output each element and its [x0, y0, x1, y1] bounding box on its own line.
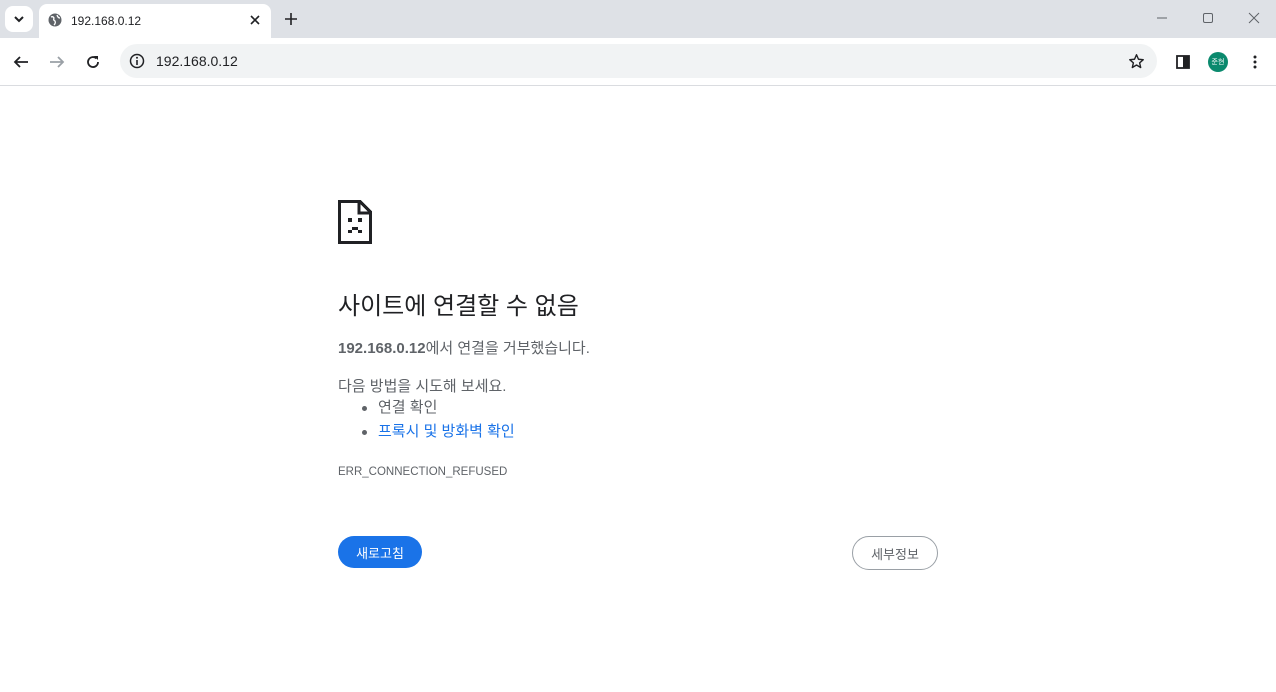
suggestion-check-connection: 연결 확인 — [338, 399, 515, 423]
back-button[interactable] — [7, 48, 35, 76]
new-tab-button[interactable] — [280, 8, 302, 30]
reload-button[interactable] — [79, 48, 107, 76]
error-code: ERR_CONNECTION_REFUSED — [338, 466, 508, 478]
profile-avatar[interactable]: 준현 — [1208, 52, 1228, 72]
side-panel-icon — [1176, 55, 1190, 69]
globe-icon — [48, 13, 62, 27]
reload-icon — [87, 56, 99, 68]
kebab-menu-icon — [1253, 55, 1257, 69]
tab-close-button[interactable] — [247, 12, 263, 28]
info-icon — [129, 53, 145, 69]
window-close-icon — [1248, 12, 1260, 24]
menu-button[interactable] — [1241, 48, 1269, 76]
suggestion-check-proxy-firewall-link[interactable]: 프록시 및 방화벽 확인 — [338, 423, 515, 447]
sad-page-icon — [338, 200, 372, 244]
error-page: 사이트에 연결할 수 없음 192.168.0.12에서 연결을 거부했습니다.… — [338, 86, 938, 686]
tab-strip: 192.168.0.12 — [0, 0, 1276, 38]
maximize-icon — [1203, 13, 1213, 23]
forward-arrow-icon — [50, 56, 65, 68]
address-bar[interactable]: 192.168.0.12 — [120, 44, 1157, 78]
bookmark-button[interactable] — [1127, 52, 1145, 70]
plus-icon — [285, 13, 297, 25]
side-panel-button[interactable] — [1169, 48, 1197, 76]
error-summary: 192.168.0.12에서 연결을 거부했습니다. — [338, 337, 590, 358]
details-button[interactable]: 세부정보 — [852, 536, 938, 570]
error-heading: 사이트에 연결할 수 없음 — [338, 293, 579, 320]
toolbar: 192.168.0.12 준현 — [0, 38, 1276, 86]
suggestions-intro: 다음 방법을 시도해 보세요. — [338, 378, 507, 395]
close-icon — [250, 15, 260, 25]
suggestions-list: 연결 확인 프록시 및 방화벽 확인 — [338, 399, 515, 447]
reload-page-button[interactable]: 새로고침 — [338, 536, 422, 568]
active-tab[interactable]: 192.168.0.12 — [39, 4, 271, 38]
maximize-button[interactable] — [1193, 4, 1223, 32]
tab-search-icon — [14, 16, 24, 23]
error-summary-text: 에서 연결을 거부했습니다. — [425, 340, 590, 357]
site-info-button[interactable] — [128, 52, 146, 70]
window-close-button[interactable] — [1239, 4, 1269, 32]
forward-button[interactable] — [43, 48, 71, 76]
error-host: 192.168.0.12 — [338, 340, 426, 357]
star-icon — [1128, 53, 1144, 68]
minimize-button[interactable] — [1147, 4, 1177, 32]
tab-title: 192.168.0.12 — [71, 14, 142, 28]
url-text[interactable]: 192.168.0.12 — [156, 53, 238, 69]
minimize-icon — [1157, 17, 1167, 19]
back-arrow-icon — [13, 56, 28, 68]
tab-search-button[interactable] — [5, 6, 33, 32]
